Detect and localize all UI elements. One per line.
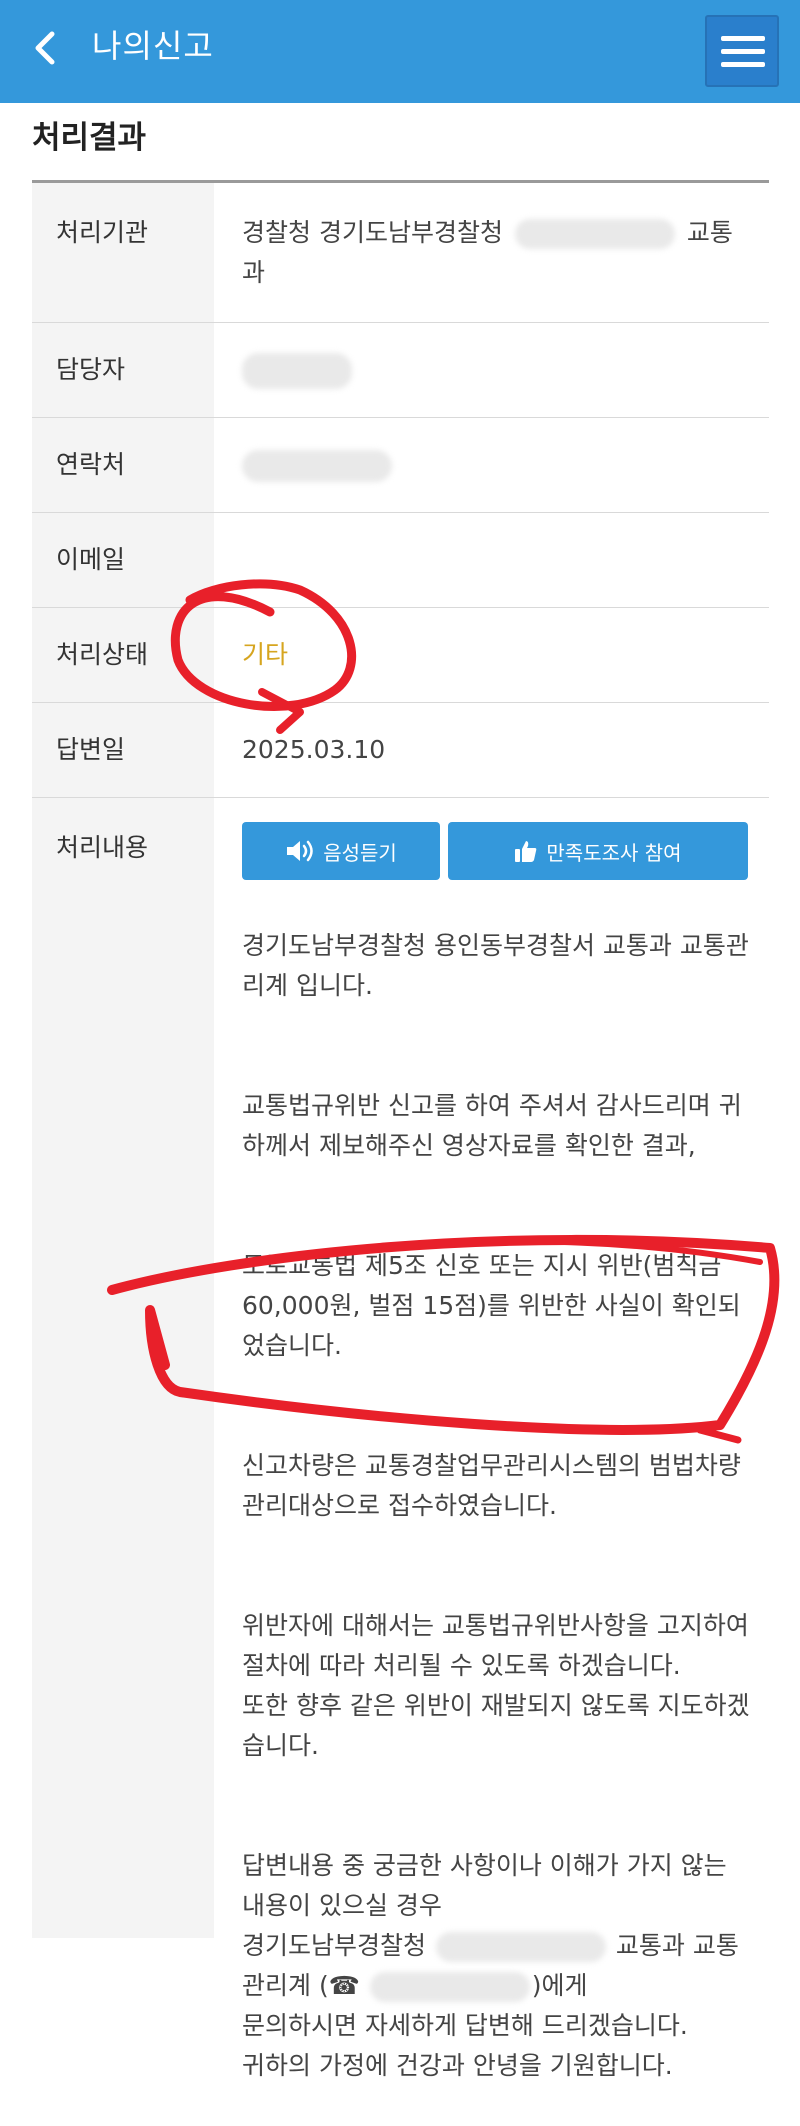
row-label: 처리기관: [32, 183, 214, 322]
row-label: 처리내용: [32, 798, 214, 1938]
table-row: 담당자: [32, 323, 769, 418]
answer-closing: 답변내용 중 궁금한 사항이나 이해가 가지 않는 내용이 있으실 경우 경기도…: [242, 1846, 751, 2086]
closing-line: 관리계 (☎: [242, 1971, 360, 2000]
table-row: 처리내용 음성듣기 만족도조사 참여 경기도남부경찰청 용인동부경찰서 교통과 …: [32, 798, 769, 2080]
agency-text: 교통: [686, 218, 733, 247]
back-button[interactable]: [28, 24, 68, 74]
answer-paragraph: 경기도남부경찰청 용인동부경찰서 교통과 교통관리계 입니다.: [242, 931, 749, 1000]
hamburger-icon: [721, 36, 765, 41]
agency-text: 과: [242, 258, 266, 287]
redacted-area: [369, 1972, 530, 2002]
table-row: 처리상태 기타: [32, 608, 769, 703]
redacted-area: [514, 219, 675, 249]
answer-date-value: 2025.03.10: [242, 735, 386, 764]
redacted-area: [242, 353, 352, 389]
button-label: 만족도조사 참여: [546, 840, 682, 865]
closing-line: )에게: [531, 1971, 588, 2000]
table-row: 처리기관 경찰청 경기도남부경찰청 교통 과: [32, 183, 769, 323]
content-actions: 음성듣기 만족도조사 참여: [242, 822, 751, 880]
closing-line: 경기도남부경찰청: [242, 1931, 427, 1960]
table-row: 연락처: [32, 418, 769, 513]
thumbs-up-icon: [515, 841, 537, 862]
answer-content: 경기도남부경찰청 용인동부경찰서 교통과 교통관리계 입니다. 교통법규위반 신…: [242, 886, 751, 2126]
closing-line: 교통과 교통: [615, 1931, 739, 1960]
content-value: 음성듣기 만족도조사 참여 경기도남부경찰청 용인동부경찰서 교통과 교통관리계…: [214, 798, 769, 2080]
redacted-area: [435, 1932, 606, 1962]
section-title: 처리결과: [32, 120, 147, 156]
closing-line: 귀하의 가정에 건강과 안녕을 기원합니다.: [242, 2051, 673, 2080]
hamburger-icon: [721, 49, 765, 54]
redacted-area: [242, 450, 392, 482]
agency-value: 경찰청 경기도남부경찰청 교통 과: [214, 183, 769, 322]
satisfaction-survey-button[interactable]: 만족도조사 참여: [448, 822, 748, 880]
closing-line: 답변내용 중 궁금한 사항이나 이해가 가지 않는: [242, 1851, 727, 1880]
row-label: 답변일: [32, 703, 214, 797]
status-value: 기타: [242, 640, 289, 669]
answer-paragraph: 위반자에 대해서는 교통법규위반사항을 고지하여 절차에 따라 처리될 수 있도…: [242, 1611, 750, 1760]
speaker-icon: [287, 840, 313, 862]
answer-paragraph: 도로교통법 제5조 신호 또는 지시 위반(범칙금 60,000원, 벌점 15…: [242, 1251, 741, 1360]
answer-paragraph: 교통법규위반 신고를 하여 주셔서 감사드리며 귀하께서 제보해주신 영상자료를…: [242, 1091, 742, 1160]
closing-line: 내용이 있으실 경우: [242, 1891, 442, 1920]
table-row: 이메일: [32, 513, 769, 608]
listen-voice-button[interactable]: 음성듣기: [242, 822, 440, 880]
hamburger-icon: [721, 62, 765, 67]
result-table: 처리기관 경찰청 경기도남부경찰청 교통 과 담당자 연락처 이메일 처리상태 …: [32, 180, 769, 2080]
email-value: [214, 513, 769, 607]
chevron-left-icon: [35, 31, 55, 65]
page-title: 나의신고: [92, 27, 214, 65]
agency-text: 경찰청 경기도남부경찰청: [242, 218, 503, 247]
contact-value: [214, 418, 769, 512]
button-label: 음성듣기: [323, 840, 397, 865]
row-label: 이메일: [32, 513, 214, 607]
table-row: 답변일 2025.03.10: [32, 703, 769, 798]
answer-paragraph: 신고차량은 교통경찰업무관리시스템의 범법차량 관리대상으로 접수하였습니다.: [242, 1451, 741, 1520]
row-label: 처리상태: [32, 608, 214, 702]
row-label: 담당자: [32, 323, 214, 417]
manager-value: [214, 323, 769, 417]
app-header: 나의신고: [0, 0, 800, 103]
closing-line: 문의하시면 자세하게 답변해 드리겠습니다.: [242, 2011, 688, 2040]
menu-button[interactable]: [705, 15, 779, 87]
row-label: 연락처: [32, 418, 214, 512]
